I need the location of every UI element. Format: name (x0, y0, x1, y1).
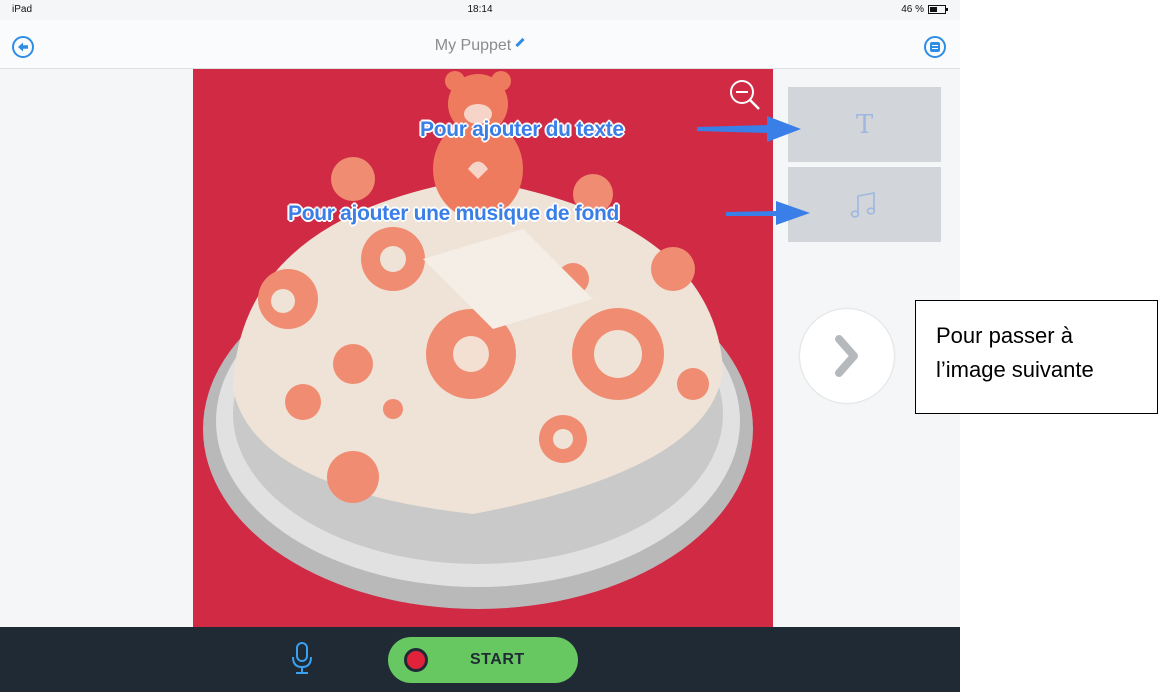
slide-photo (193, 69, 773, 627)
add-text-button[interactable]: T (788, 87, 941, 162)
pencil-icon (515, 38, 525, 48)
music-hint: Pour ajouter une musique de fond (288, 202, 620, 225)
chevron-right-icon (835, 335, 858, 377)
text-icon: T (855, 109, 874, 140)
clock: 18:14 (467, 4, 493, 15)
next-slide-button[interactable] (800, 309, 894, 403)
record-icon (404, 648, 428, 672)
battery-indicator: 46 % (901, 4, 948, 15)
start-label: START (470, 651, 525, 668)
battery-percent: 46 % (901, 4, 924, 15)
arrow-to-text-icon (697, 116, 801, 142)
microphone-icon[interactable] (290, 641, 314, 675)
menu-button[interactable] (924, 36, 946, 58)
page-title-text: My Puppet (434, 37, 512, 54)
next-image-callout: Pour passer à l’image suivante (915, 300, 1158, 414)
text-hint: Pour ajouter du texte (420, 118, 624, 141)
ipad-screen: iPad 18:14 46 % My Puppet T Pour ajouter… (0, 0, 960, 692)
bottom-toolbar: START (0, 627, 960, 692)
page-title[interactable]: My Puppet (0, 37, 960, 55)
battery-icon (928, 5, 948, 14)
nav-bar: My Puppet (0, 20, 960, 69)
list-icon (930, 42, 940, 52)
arrow-to-music-icon (726, 201, 810, 225)
music-note-icon (850, 191, 875, 218)
zoom-out-icon[interactable] (728, 78, 762, 112)
callout-line-1: Pour passer à (936, 323, 1073, 348)
callout-line-2: l’image suivante (936, 357, 1094, 382)
cake-image (203, 71, 753, 609)
start-record-button[interactable]: START (388, 637, 578, 683)
status-bar: iPad 18:14 46 % (0, 0, 960, 20)
